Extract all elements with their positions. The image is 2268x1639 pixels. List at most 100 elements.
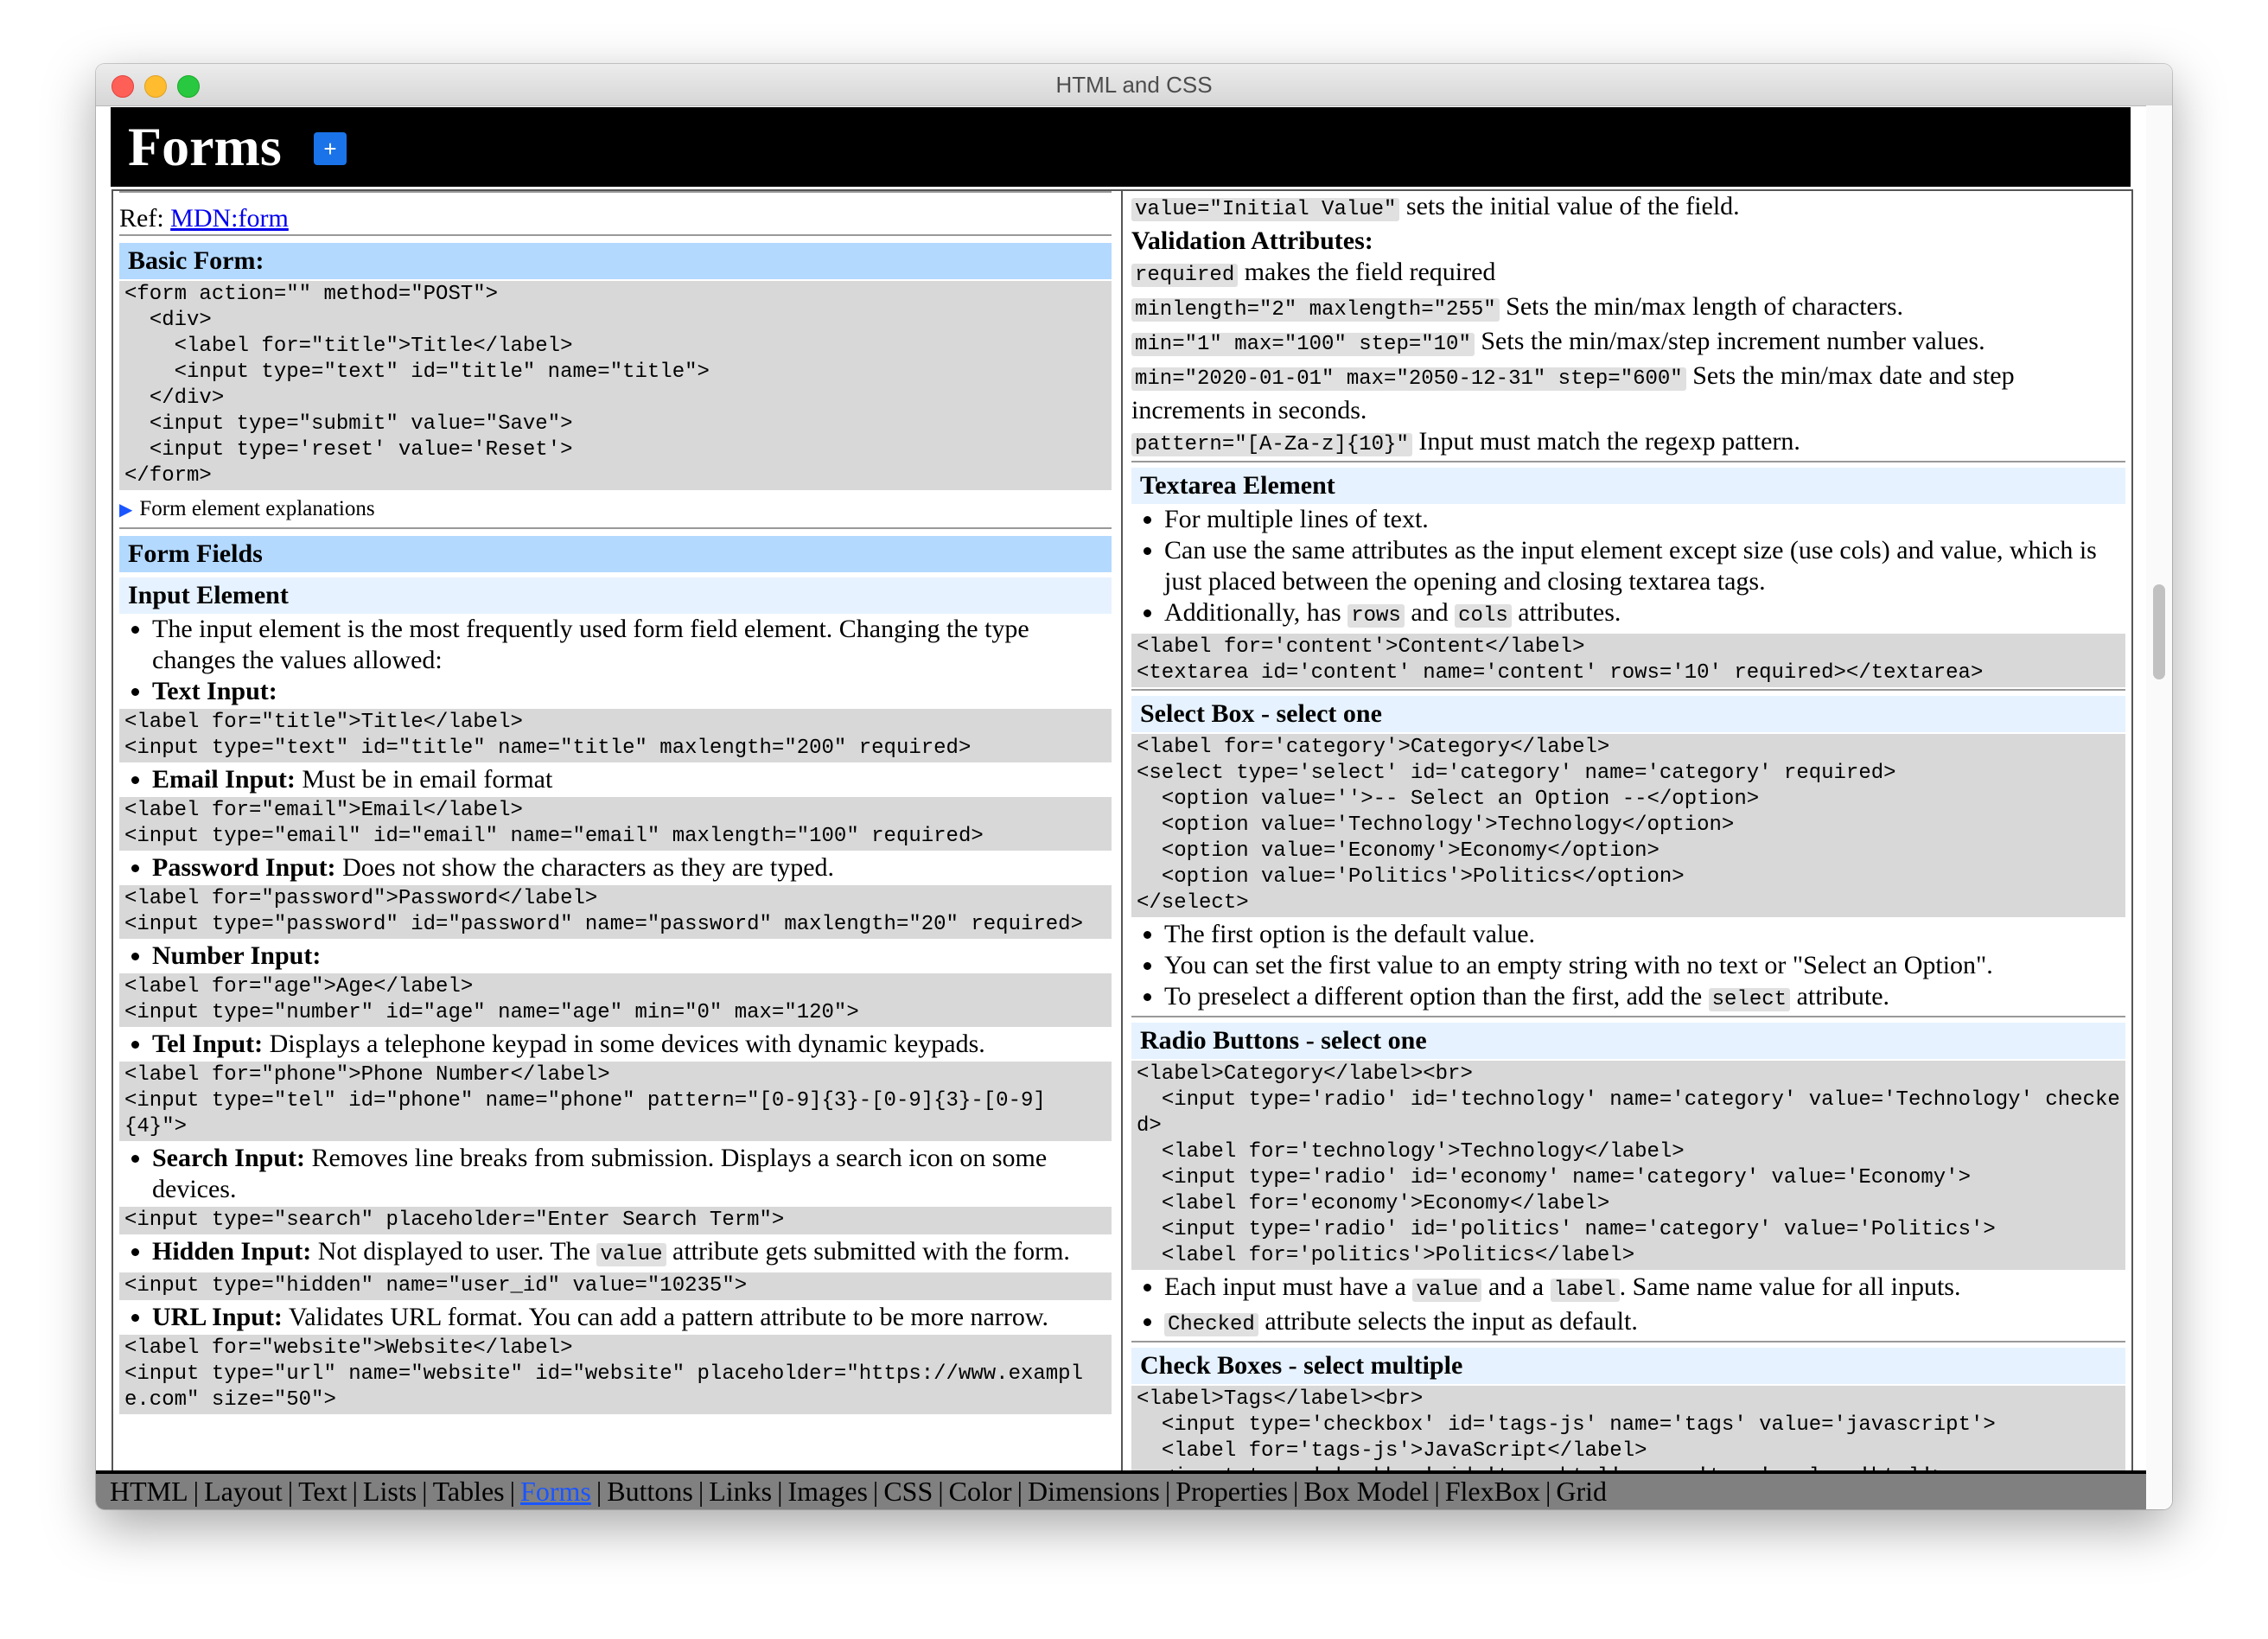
list-item: The first option is the default value.: [1164, 919, 2125, 950]
add-button[interactable]: +: [314, 132, 347, 165]
description: Input must match the regexp pattern.: [1411, 427, 1800, 456]
text-input-label: Text Input:: [152, 677, 277, 705]
nav-link-forms[interactable]: Forms: [520, 1476, 591, 1507]
page-title: Forms: [128, 116, 282, 177]
right-column[interactable]: value="Initial Value" sets the initial v…: [1131, 191, 2125, 1470]
nav-link-flexbox[interactable]: FlexBox: [1445, 1476, 1540, 1507]
code-block-basic-form: <form action="" method="POST"> <div> <la…: [119, 281, 1112, 490]
radio-list: Each input must have a value and a label…: [1131, 1272, 2125, 1341]
description: To preselect a different option than the…: [1164, 982, 1709, 1011]
code-block-url-input: <label for="website">Website</label> <in…: [119, 1335, 1112, 1414]
list-item: Text Input:: [152, 676, 1112, 707]
select-list: The first option is the default value. Y…: [1131, 919, 2125, 1016]
required-line: required makes the field required: [1131, 257, 2125, 291]
inline-code: label: [1550, 1279, 1620, 1302]
subheading-radio-buttons: Radio Buttons - select one: [1131, 1023, 2125, 1059]
list-item: Password Input: Does not show the charac…: [152, 852, 1112, 883]
ref-label: Ref:: [119, 204, 171, 233]
section-heading-form-fields: Form Fields: [119, 536, 1112, 572]
page-header: Forms +: [111, 107, 2131, 187]
divider: [1131, 461, 2125, 462]
hidden-input-desc: attribute gets submitted with the form.: [666, 1237, 1070, 1266]
code-block-text-input: <label for="title">Title</label> <input …: [119, 709, 1112, 762]
content-panel: Ref: MDN:form Basic Form: <form action="…: [111, 189, 2133, 1472]
hidden-input-label: Hidden Input:: [152, 1237, 312, 1266]
nav-link-color[interactable]: Color: [949, 1476, 1012, 1507]
password-input-desc: Does not show the characters as they are…: [335, 853, 835, 882]
divider: [1131, 1016, 2125, 1017]
nav-link-html[interactable]: HTML: [110, 1476, 188, 1507]
title-bar: HTML and CSS: [96, 64, 2172, 106]
left-column[interactable]: Ref: MDN:form Basic Form: <form action="…: [119, 191, 1112, 1470]
email-input-desc: Must be in email format: [295, 765, 553, 794]
inline-code: value: [1412, 1279, 1482, 1302]
nav-link-buttons[interactable]: Buttons: [607, 1476, 693, 1507]
minmax-line: min="1" max="100" step="10" Sets the min…: [1131, 326, 2125, 360]
subheading-input-element: Input Element: [119, 577, 1112, 614]
list-item: Number Input:: [152, 941, 1112, 972]
code-block-radio: <label>Category</label><br> <input type=…: [1131, 1061, 2125, 1270]
code-block-search-input: <input type="search" placeholder="Enter …: [119, 1207, 1112, 1234]
tel-input-label: Tel Input:: [152, 1030, 264, 1058]
nav-separator: |: [1016, 1476, 1023, 1507]
nav-link-css[interactable]: CSS: [883, 1476, 933, 1507]
subheading-check-boxes: Check Boxes - select multiple: [1131, 1348, 2125, 1384]
code-block-tel-input: <label for="phone">Phone Number</label> …: [119, 1062, 1112, 1141]
bottom-nav: HTML | Layout | Text | Lists | Tables | Forms | Butt…: [96, 1470, 2146, 1509]
nav-separator: |: [1434, 1476, 1440, 1507]
nav-separator: |: [1545, 1476, 1551, 1507]
reference-line: Ref: MDN:form: [119, 193, 1112, 234]
description: Sets the min/max/step increment number v…: [1474, 327, 1985, 355]
tel-input-desc: Displays a telephone keypad in some devi…: [263, 1030, 985, 1058]
inline-code: select: [1708, 988, 1791, 1011]
list-item: Can use the same attributes as the input…: [1164, 535, 2125, 597]
initial-value-line: value="Initial Value" sets the initial v…: [1131, 191, 2125, 226]
subheading-textarea: Textarea Element: [1131, 468, 2125, 504]
description: attribute selects the input as default.: [1258, 1307, 1638, 1336]
list-item: Checked attribute selects the input as d…: [1164, 1306, 2125, 1341]
vertical-scrollbar[interactable]: [2146, 105, 2172, 1509]
subheading-select-box: Select Box - select one: [1131, 696, 2125, 732]
code-block-email-input: <label for="email">Email</label> <input …: [119, 797, 1112, 851]
nav-link-tables[interactable]: Tables: [433, 1476, 505, 1507]
nav-link-box-model[interactable]: Box Model: [1303, 1476, 1429, 1507]
url-input-label: URL Input:: [152, 1303, 283, 1331]
list-item: Search Input: Removes line breaks from s…: [152, 1143, 1112, 1205]
description: makes the field required: [1238, 258, 1496, 286]
description: sets the initial value of the field.: [1399, 192, 1740, 220]
details-toggle[interactable]: ▶ Form element explanations: [119, 495, 1112, 524]
nav-link-layout[interactable]: Layout: [204, 1476, 283, 1507]
nav-separator: |: [422, 1476, 428, 1507]
inline-code: min="2020-01-01" max="2050-12-31" step="…: [1131, 367, 1686, 391]
divider: [1131, 689, 2125, 691]
list-item: To preselect a different option than the…: [1164, 981, 2125, 1016]
nav-separator: |: [1164, 1476, 1171, 1507]
inline-code: pattern="[A-Za-z]{10}": [1131, 433, 1412, 456]
url-input-desc: Validates URL format. You can add a patt…: [282, 1303, 1049, 1331]
nav-link-links[interactable]: Links: [709, 1476, 772, 1507]
code-block-hidden-input: <input type="hidden" name="user_id" valu…: [119, 1272, 1112, 1300]
inline-code: minlength="2" maxlength="255": [1131, 298, 1500, 322]
description: Sets the min/max length of characters.: [1499, 292, 1904, 321]
textarea-list: For multiple lines of text. Can use the …: [1131, 504, 2125, 632]
nav-link-text[interactable]: Text: [298, 1476, 347, 1507]
nav-link-lists[interactable]: Lists: [363, 1476, 417, 1507]
description: and a: [1481, 1272, 1551, 1301]
nav-link-images[interactable]: Images: [788, 1476, 868, 1507]
mdn-form-link[interactable]: MDN:form: [170, 204, 289, 233]
window-title: HTML and CSS: [1055, 72, 1213, 98]
nav-link-dimensions[interactable]: Dimensions: [1028, 1476, 1160, 1507]
nav-separator: |: [938, 1476, 944, 1507]
nav-link-grid[interactable]: Grid: [1556, 1476, 1607, 1507]
description: attributes.: [1511, 598, 1621, 627]
scrollbar-thumb[interactable]: [2153, 584, 2165, 679]
list-item: Email Input: Must be in email format: [152, 764, 1112, 795]
nav-separator: |: [1293, 1476, 1299, 1507]
list-item: Additionally, has rows and cols attribut…: [1164, 597, 2125, 632]
nav-separator: |: [193, 1476, 200, 1507]
code-block-checkbox: <label>Tags</label><br> <input type='che…: [1131, 1386, 2125, 1470]
description: attribute.: [1790, 982, 1890, 1011]
inline-code: rows: [1347, 604, 1405, 628]
nav-link-properties[interactable]: Properties: [1175, 1476, 1288, 1507]
code-block-number-input: <label for="age">Age</label> <input type…: [119, 973, 1112, 1027]
